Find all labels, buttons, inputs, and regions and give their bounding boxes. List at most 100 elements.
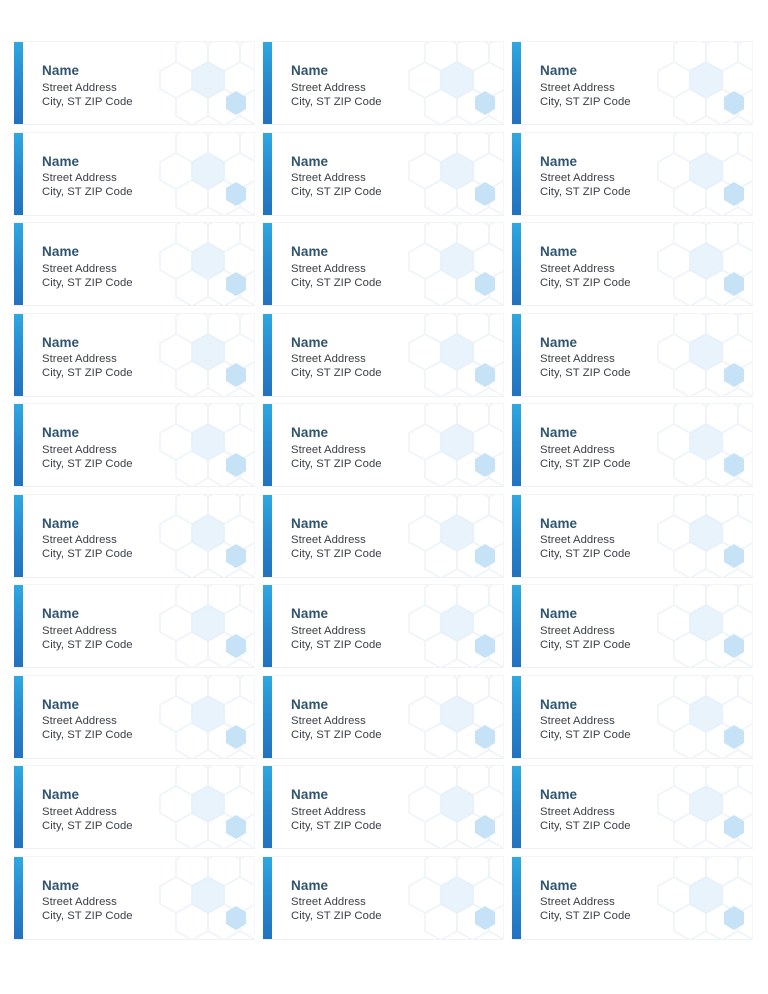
label-address-line-2: City, ST ZIP Code <box>291 95 382 108</box>
address-label[interactable]: Name Street Address City, ST ZIP Code <box>263 222 504 306</box>
label-address-line-1: Street Address <box>291 262 366 275</box>
address-label[interactable]: Name Street Address City, ST ZIP Code <box>263 765 504 849</box>
hexagon-watermark <box>389 132 503 215</box>
accent-bar <box>263 766 272 848</box>
label-name: Name <box>540 696 578 712</box>
label-address-line-2: City, ST ZIP Code <box>42 729 133 742</box>
label-name: Name <box>291 787 329 802</box>
accent-bar <box>263 585 272 667</box>
address-label[interactable]: Name Street Address City, ST ZIP Code <box>14 131 255 216</box>
label-text-block: Name Street Address City, ST ZIP Code <box>291 697 382 742</box>
solid-hexagon <box>475 634 495 658</box>
accent-bar <box>14 313 23 396</box>
label-name: Name <box>291 606 329 621</box>
label-text-block: Name Street Address City, ST ZIP Code <box>42 334 133 380</box>
hexagon-watermark <box>638 766 752 848</box>
label-text-block: Name Street Address City, ST ZIP Code <box>291 788 382 832</box>
address-label[interactable]: Name Street Address City, ST ZIP Code <box>263 584 504 668</box>
accent-bar <box>14 494 23 577</box>
solid-hexagon <box>475 453 495 477</box>
hexagon-watermark <box>389 494 503 577</box>
accent-bar <box>512 585 521 667</box>
label-text-block: Name Street Address City, ST ZIP Code <box>540 696 631 742</box>
label-address-line-1: Street Address <box>42 172 117 184</box>
address-label[interactable]: Name Street Address City, ST ZIP Code <box>14 855 255 940</box>
label-name: Name <box>42 425 80 440</box>
address-label[interactable]: Name Street Address City, ST ZIP Code <box>512 493 753 578</box>
label-text-block: Name Street Address City, ST ZIP Code <box>42 426 133 470</box>
address-label[interactable]: Name Street Address City, ST ZIP Code <box>14 222 255 306</box>
label-address-line-2: City, ST ZIP Code <box>42 367 133 380</box>
label-text-block: Name Street Address City, ST ZIP Code <box>42 607 133 651</box>
address-label[interactable]: Name Street Address City, ST ZIP Code <box>512 312 753 397</box>
label-address-line-2: City, ST ZIP Code <box>291 638 382 651</box>
hexagon-watermark <box>638 494 752 577</box>
address-label[interactable]: Name Street Address City, ST ZIP Code <box>512 131 753 216</box>
accent-bar <box>512 856 521 939</box>
address-label[interactable]: Name Street Address City, ST ZIP Code <box>14 674 255 759</box>
hexagon-watermark <box>638 223 752 305</box>
label-address-line-2: City, ST ZIP Code <box>540 819 631 832</box>
label-sheet-page: Name Street Address City, ST ZIP Code Na… <box>0 0 768 994</box>
label-name: Name <box>540 334 578 350</box>
accent-bar <box>512 223 521 305</box>
address-label[interactable]: Name Street Address City, ST ZIP Code <box>14 765 255 849</box>
label-text-block: Name Street Address City, ST ZIP Code <box>42 245 133 289</box>
address-label[interactable]: Name Street Address City, ST ZIP Code <box>512 584 753 668</box>
address-label[interactable]: Name Street Address City, ST ZIP Code <box>14 41 255 125</box>
label-name: Name <box>291 244 329 259</box>
label-address-line-2: City, ST ZIP Code <box>540 910 631 923</box>
label-name: Name <box>540 153 578 169</box>
address-label[interactable]: Name Street Address City, ST ZIP Code <box>512 222 753 306</box>
address-label[interactable]: Name Street Address City, ST ZIP Code <box>14 493 255 578</box>
solid-hexagon <box>226 181 246 206</box>
address-label[interactable]: Name Street Address City, ST ZIP Code <box>263 674 504 759</box>
label-text-block: Name Street Address City, ST ZIP Code <box>540 153 631 199</box>
accent-bar <box>263 494 272 577</box>
label-address-line-2: City, ST ZIP Code <box>540 276 631 289</box>
solid-hexagon <box>226 634 246 658</box>
label-address-line-2: City, ST ZIP Code <box>291 276 382 289</box>
hexagon-watermark <box>140 223 254 305</box>
address-label[interactable]: Name Street Address City, ST ZIP Code <box>263 493 504 578</box>
address-label[interactable]: Name Street Address City, ST ZIP Code <box>263 403 504 487</box>
label-text-block: Name Street Address City, ST ZIP Code <box>540 878 631 923</box>
hexagon-watermark <box>638 856 752 939</box>
address-label[interactable]: Name Street Address City, ST ZIP Code <box>263 131 504 216</box>
solid-hexagon <box>724 453 744 477</box>
address-label[interactable]: Name Street Address City, ST ZIP Code <box>14 584 255 668</box>
label-text-block: Name Street Address City, ST ZIP Code <box>540 607 631 651</box>
accent-bar <box>263 856 272 939</box>
address-label[interactable]: Name Street Address City, ST ZIP Code <box>512 674 753 759</box>
label-address-line-2: City, ST ZIP Code <box>291 457 382 470</box>
accent-bar <box>512 313 521 396</box>
label-name: Name <box>42 334 80 350</box>
label-address-line-1: Street Address <box>291 81 366 94</box>
label-address-line-1: Street Address <box>291 443 366 456</box>
hexagon-watermark <box>389 585 503 667</box>
accent-bar <box>14 132 23 215</box>
address-label[interactable]: Name Street Address City, ST ZIP Code <box>263 855 504 940</box>
label-name: Name <box>540 515 578 531</box>
label-name: Name <box>42 153 80 169</box>
hexagon-watermark <box>638 313 752 396</box>
hexagon-watermark <box>389 404 503 486</box>
address-label[interactable]: Name Street Address City, ST ZIP Code <box>263 41 504 125</box>
label-address-line-2: City, ST ZIP Code <box>42 638 133 651</box>
address-label[interactable]: Name Street Address City, ST ZIP Code <box>512 765 753 849</box>
accent-bar <box>14 585 23 667</box>
label-name: Name <box>291 877 329 893</box>
label-address-line-2: City, ST ZIP Code <box>42 548 133 561</box>
accent-bar <box>512 766 521 848</box>
address-label[interactable]: Name Street Address City, ST ZIP Code <box>14 403 255 487</box>
label-address-line-1: Street Address <box>42 534 117 546</box>
address-label[interactable]: Name Street Address City, ST ZIP Code <box>512 403 753 487</box>
address-label[interactable]: Name Street Address City, ST ZIP Code <box>263 312 504 397</box>
label-name: Name <box>540 244 578 259</box>
hexagon-watermark <box>389 856 503 939</box>
address-label[interactable]: Name Street Address City, ST ZIP Code <box>512 855 753 940</box>
label-text-block: Name Street Address City, ST ZIP Code <box>291 877 382 923</box>
label-address-line-1: Street Address <box>540 262 615 275</box>
address-label[interactable]: Name Street Address City, ST ZIP Code <box>14 312 255 397</box>
address-label[interactable]: Name Street Address City, ST ZIP Code <box>512 41 753 125</box>
